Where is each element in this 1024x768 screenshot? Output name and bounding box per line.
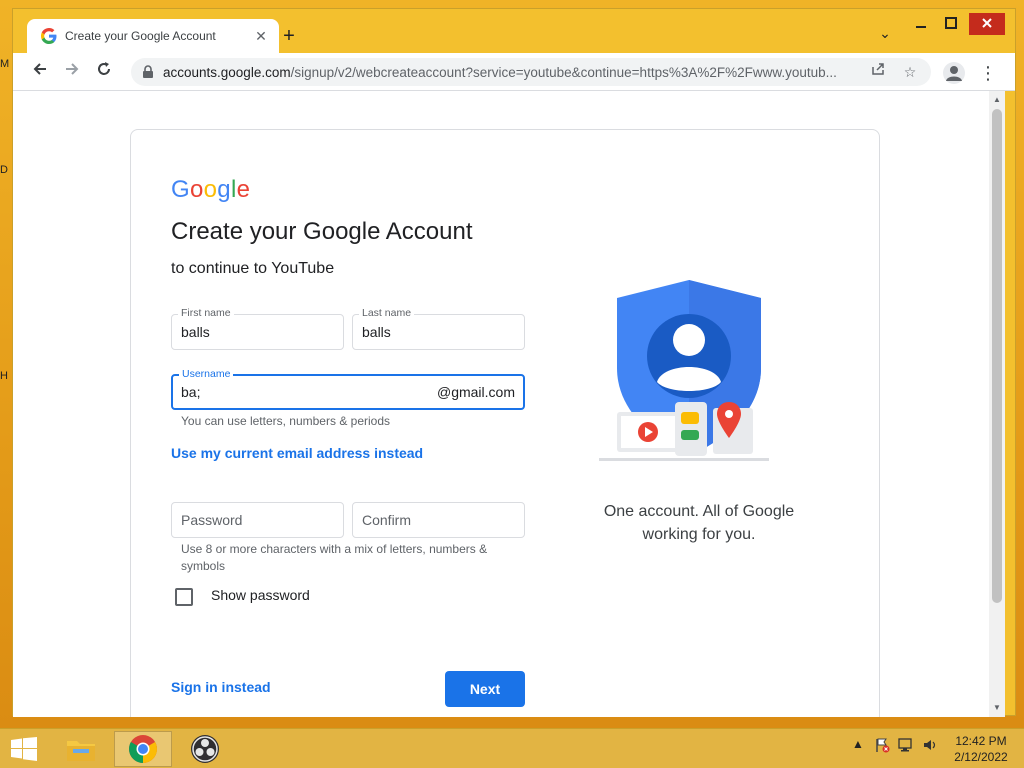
chrome-logo-icon <box>129 735 157 763</box>
google-logo: Google <box>171 176 251 203</box>
tab-close-icon[interactable]: ✕ <box>253 28 269 45</box>
scroll-down-arrow-icon[interactable]: ▼ <box>989 701 1005 715</box>
tagline-line-1: One account. All of Google <box>603 503 795 520</box>
share-icon[interactable] <box>867 61 889 83</box>
browser-toolbar: accounts.google.com/signup/v2/webcreatea… <box>13 53 1015 91</box>
page-subtitle: to continue to YouTube <box>171 260 335 277</box>
star-icon[interactable]: ☆ <box>899 61 921 83</box>
close-window-button[interactable] <box>969 13 1005 35</box>
lock-icon[interactable] <box>141 65 155 79</box>
back-icon <box>33 63 46 75</box>
kebab-menu-icon[interactable]: ⋮ <box>979 61 997 85</box>
browser-tab[interactable]: Create your Google Account ✕ <box>27 19 279 53</box>
gmail-suffix: @gmail.com <box>436 384 515 400</box>
tagline-line-2: working for you. <box>642 526 756 543</box>
signup-card: Google Create your Google Account to con… <box>130 129 880 717</box>
chrome-window: Create your Google Account ✕ + ⌄ account… <box>12 8 1016 717</box>
desktop-icon-label[interactable]: M <box>0 58 9 70</box>
password-hint: Use 8 or more characters with a mix of l… <box>181 542 488 573</box>
first-name-label: First name <box>178 307 234 319</box>
username-field[interactable]: Username ba; @gmail.com <box>171 368 525 410</box>
url-text[interactable]: accounts.google.com/signup/v2/webcreatea… <box>163 65 857 80</box>
flag-error-icon <box>876 738 890 753</box>
url-path: /signup/v2/webcreateaccount?service=yout… <box>290 64 837 80</box>
confirm-password-field[interactable]: Confirm <box>352 502 525 538</box>
share-icon-svg <box>872 63 884 75</box>
reload-button[interactable] <box>91 59 117 85</box>
password-field[interactable]: Password <box>171 502 344 538</box>
confirm-placeholder: Confirm <box>362 512 412 528</box>
volume-icon[interactable] <box>922 737 938 756</box>
address-bar[interactable]: accounts.google.com/signup/v2/webcreatea… <box>131 58 931 86</box>
minimize-icon <box>916 26 926 28</box>
forward-button[interactable] <box>59 59 85 85</box>
clock-time: 12:42 PM <box>955 734 1007 748</box>
next-button[interactable]: Next <box>445 671 525 707</box>
taskbar: ▲ 12:42 PM 2/12/2022 <box>0 728 1024 768</box>
maximize-icon <box>945 17 957 29</box>
network-monitor-icon <box>898 738 912 752</box>
url-host: accounts.google.com <box>163 64 291 80</box>
action-center-flag-icon[interactable] <box>874 737 890 756</box>
file-explorer-icon[interactable] <box>52 731 110 767</box>
system-clock[interactable]: 12:42 PM 2/12/2022 <box>950 733 1012 765</box>
profile-icon[interactable] <box>943 62 965 84</box>
folder-icon <box>67 741 95 761</box>
show-password-checkbox[interactable] <box>175 588 193 606</box>
desktop-icon-label[interactable]: H <box>0 370 8 382</box>
windows-start-icon[interactable] <box>10 737 38 761</box>
password-placeholder: Password <box>181 512 243 528</box>
page-title: Create your Google Account <box>171 218 473 245</box>
chrome-icon[interactable] <box>114 731 172 767</box>
close-icon <box>982 18 992 28</box>
profile-avatar-svg <box>946 66 962 81</box>
desktop-icon-label[interactable]: D <box>0 164 8 176</box>
reload-icon <box>98 62 110 75</box>
obs-logo-icon <box>191 735 219 763</box>
show-hidden-icons-icon[interactable]: ▲ <box>852 737 864 751</box>
first-name-field[interactable]: First name balls <box>171 307 344 350</box>
clock-date: 2/12/2022 <box>954 750 1008 764</box>
tab-strip: Create your Google Account ✕ + ⌄ <box>13 9 1015 53</box>
tagline: One account. All of Google working for y… <box>579 500 819 546</box>
vertical-scrollbar[interactable]: ▲ ▼ <box>989 91 1005 717</box>
username-value: ba; <box>181 384 201 400</box>
tab-title: Create your Google Account <box>65 29 216 43</box>
back-button[interactable] <box>27 59 53 85</box>
scroll-thumb[interactable] <box>992 109 1002 603</box>
network-icon[interactable] <box>898 737 914 756</box>
page-viewport: Google Create your Google Account to con… <box>13 91 989 717</box>
tab-search-icon[interactable]: ⌄ <box>875 25 895 45</box>
obs-icon[interactable] <box>176 731 234 767</box>
last-name-label: Last name <box>359 307 415 319</box>
forward-icon <box>66 63 79 75</box>
last-name-field[interactable]: Last name balls <box>352 307 525 350</box>
username-label: Username <box>179 368 234 380</box>
scroll-up-arrow-icon[interactable]: ▲ <box>989 93 1005 107</box>
first-name-value: balls <box>181 324 210 340</box>
show-password-label[interactable]: Show password <box>211 587 310 603</box>
use-email-link[interactable]: Use my current email address instead <box>171 445 423 461</box>
username-hint: You can use letters, numbers & periods <box>181 414 391 428</box>
last-name-value: balls <box>362 324 391 340</box>
new-tab-button[interactable]: + <box>277 25 301 49</box>
maximize-button[interactable] <box>941 13 961 35</box>
account-shield-illustration <box>599 280 769 461</box>
speaker-icon <box>924 740 936 750</box>
minimize-button[interactable] <box>911 13 931 35</box>
sign-in-instead-link[interactable]: Sign in instead <box>171 679 271 695</box>
google-favicon-icon <box>41 28 57 44</box>
